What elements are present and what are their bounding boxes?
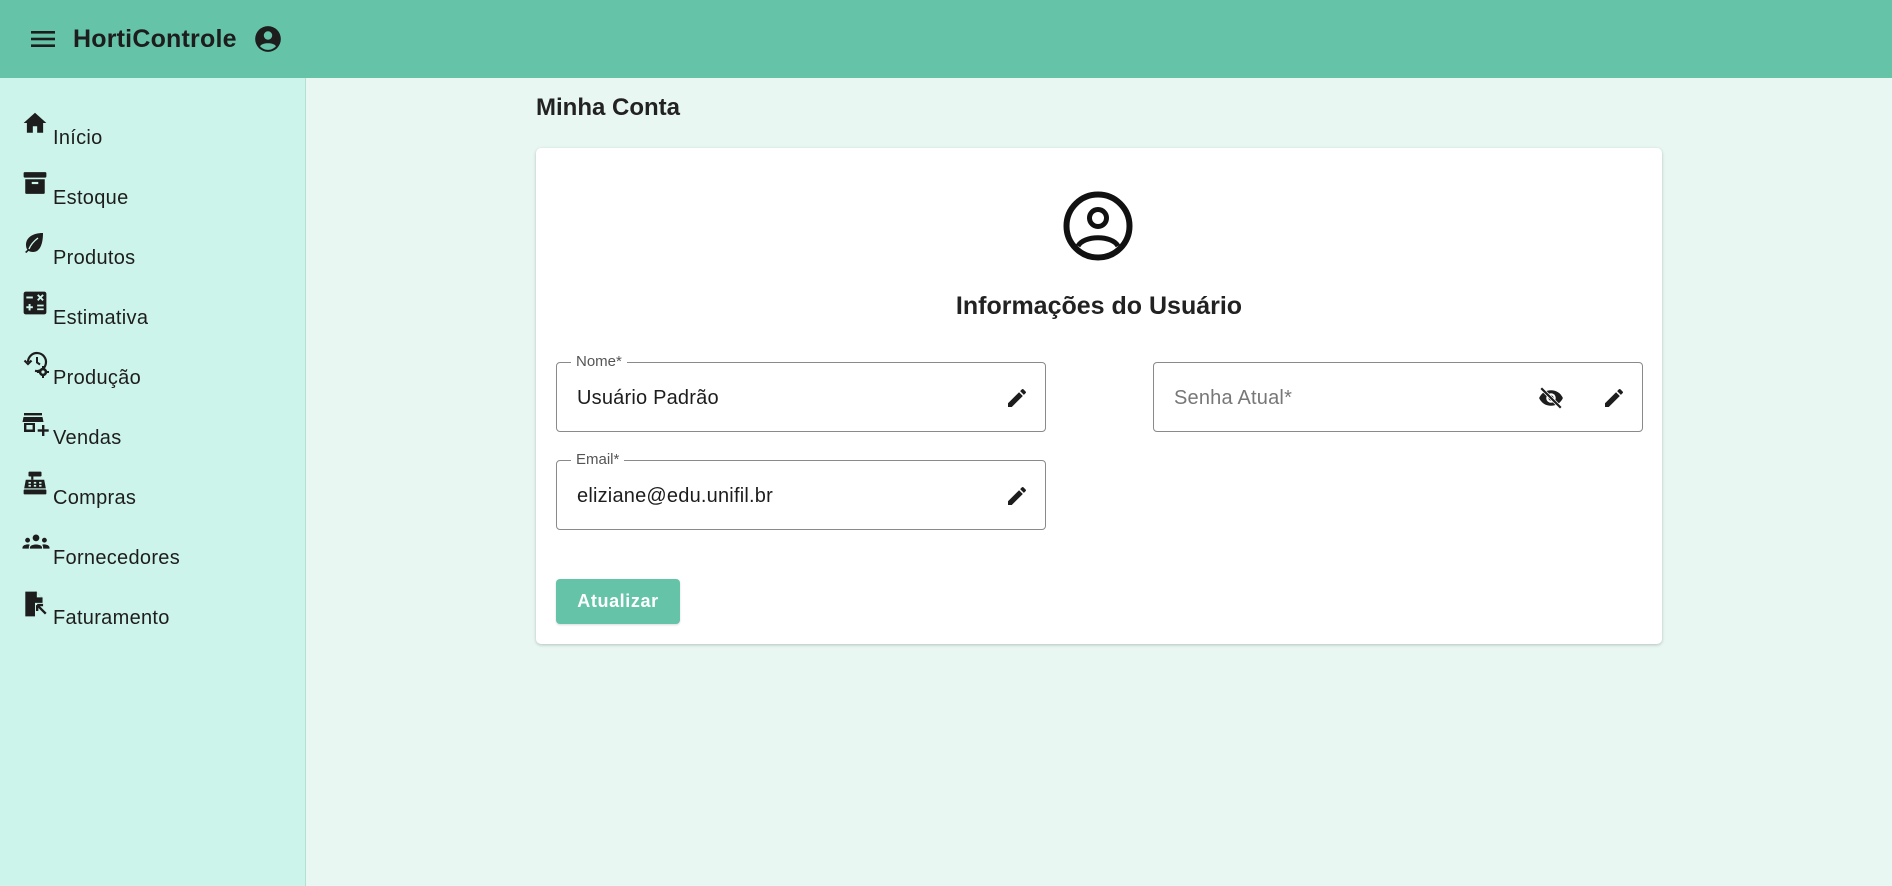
calculator-icon — [22, 290, 50, 318]
sidebar-item-estoque[interactable]: Estoque — [22, 170, 129, 210]
sidebar-item-producao[interactable]: Produção — [22, 350, 141, 390]
history-gear-icon — [22, 350, 50, 378]
sidebar-item-label: Produção — [53, 367, 142, 389]
sidebar-item-label: Estimativa — [53, 307, 149, 329]
nome-field: Nome* — [556, 353, 1046, 433]
sidebar-item-vendas[interactable]: Vendas — [22, 410, 122, 450]
sidebar-item-faturamento[interactable]: Faturamento — [22, 590, 170, 630]
file-export-icon — [22, 590, 50, 618]
sidebar-item-label: Produtos — [53, 247, 136, 269]
email-field: Email* — [556, 451, 1046, 531]
app-title: HortiControle — [73, 24, 237, 53]
sidebar-item-label: Fornecedores — [53, 547, 180, 569]
sidebar-item-label: Compras — [53, 487, 137, 509]
edit-pencil-icon[interactable] — [1002, 481, 1032, 511]
sidebar-item-fornecedores[interactable]: Fornecedores — [22, 530, 180, 570]
page-title: Minha Conta — [536, 94, 680, 121]
atualizar-button[interactable]: Atualizar — [556, 579, 680, 624]
visibility-off-icon[interactable] — [1536, 383, 1566, 413]
account-circle-icon — [1062, 190, 1134, 262]
menu-icon[interactable] — [28, 24, 58, 54]
senha-atual-field — [1153, 362, 1643, 433]
archive-box-icon — [22, 170, 50, 198]
sidebar-item-label: Faturamento — [53, 607, 170, 629]
people-group-icon — [22, 530, 50, 558]
leaf-icon — [22, 230, 50, 258]
sidebar-item-inicio[interactable]: Início — [22, 110, 103, 150]
cash-register-icon — [22, 470, 50, 498]
sidebar-item-label: Estoque — [53, 187, 129, 209]
sidebar-item-estimativa[interactable]: Estimativa — [22, 290, 148, 330]
edit-pencil-icon[interactable] — [1599, 383, 1629, 413]
sidebar-item-produtos[interactable]: Produtos — [22, 230, 135, 270]
email-input[interactable] — [577, 461, 967, 531]
sidebar: Início Estoque Produtos Estimativa Produ… — [0, 78, 306, 886]
home-icon — [22, 110, 50, 138]
senha-atual-input[interactable] — [1174, 363, 1534, 433]
account-circle-icon[interactable] — [253, 24, 283, 54]
user-info-card: Informações do Usuário Nome* Email* Atua… — [536, 148, 1662, 644]
sidebar-item-label: Início — [53, 127, 103, 149]
store-add-icon — [22, 410, 50, 438]
sidebar-item-label: Vendas — [53, 427, 122, 449]
nome-input[interactable] — [577, 363, 967, 433]
card-heading: Informações do Usuário — [955, 292, 1243, 320]
edit-pencil-icon[interactable] — [1002, 383, 1032, 413]
sidebar-item-compras[interactable]: Compras — [22, 470, 136, 510]
top-app-bar: HortiControle — [0, 0, 1892, 78]
